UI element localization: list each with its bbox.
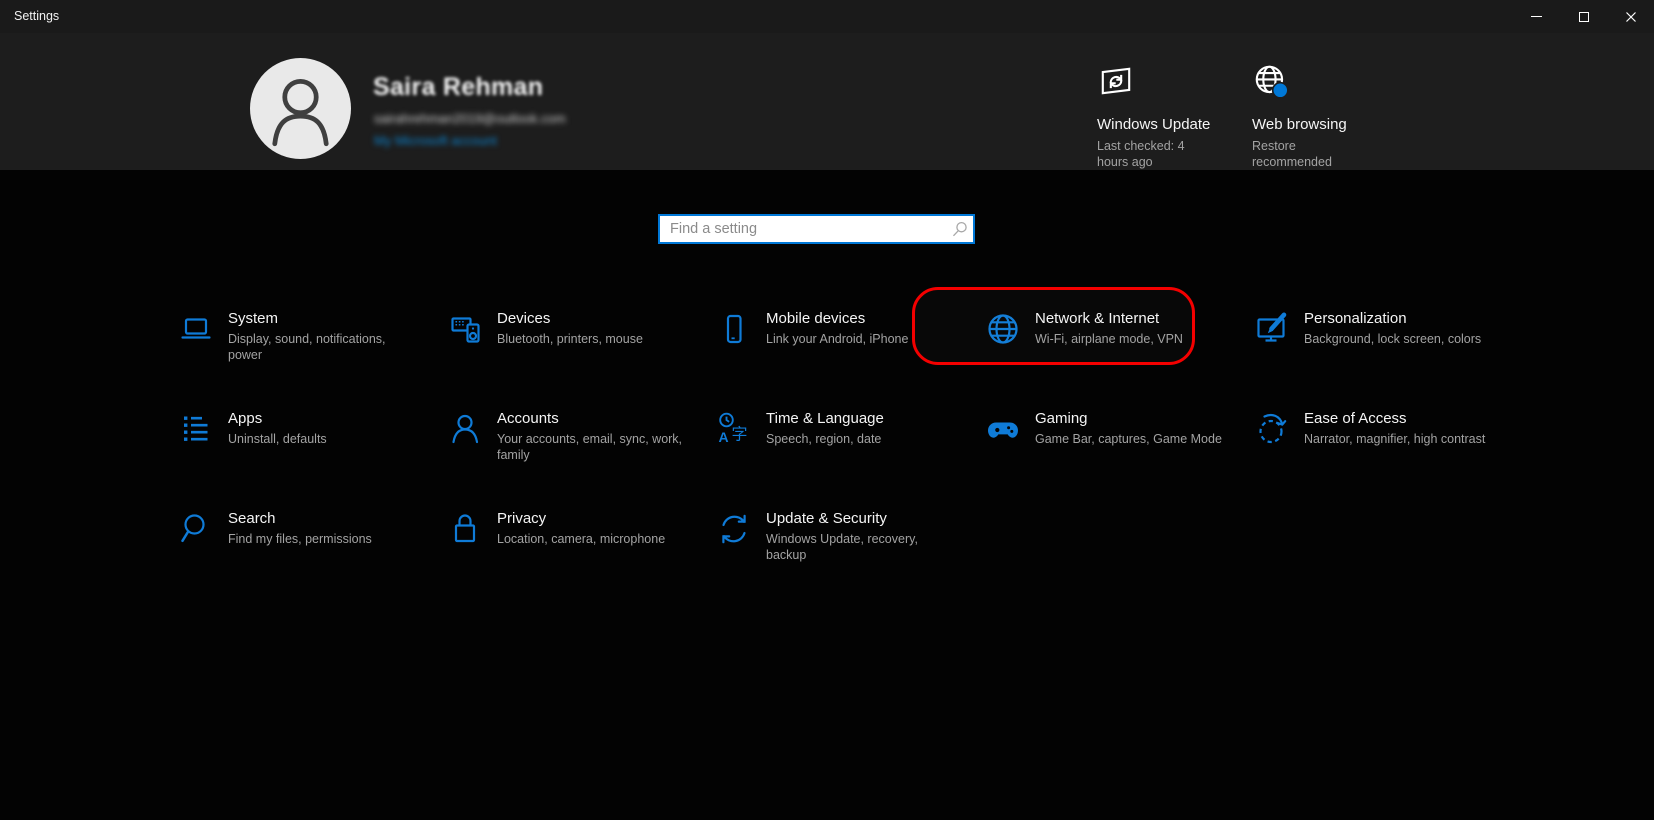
globe-icon	[985, 311, 1021, 347]
tile-text: Search Find my files, permissions	[228, 510, 416, 548]
status-subtitle: Last checked: 4 hours ago	[1097, 139, 1201, 170]
tile-subtitle: Narrator, magnifier, high contrast	[1304, 432, 1492, 448]
tile-title: Update & Security	[766, 510, 954, 527]
tile-personalization[interactable]: Personalization Background, lock screen, …	[1254, 288, 1523, 388]
svg-text:字: 字	[732, 425, 748, 444]
search-input[interactable]	[658, 214, 975, 244]
phone-icon	[716, 311, 752, 347]
windows-update-icon	[1097, 62, 1209, 102]
tile-time-language[interactable]: A字 Time & Language Speech, region, date	[716, 388, 985, 488]
user-avatar-icon	[250, 58, 351, 159]
tile-text: Devices Bluetooth, printers, mouse	[497, 310, 685, 348]
tile-text: Network & Internet Wi-Fi, airplane mode, …	[1035, 310, 1223, 348]
tile-subtitle: Find my files, permissions	[228, 532, 416, 548]
gamepad-icon	[985, 411, 1021, 447]
tile-title: Time & Language	[766, 410, 954, 427]
tile-subtitle: Speech, region, date	[766, 432, 954, 448]
header: Saira Rehman sairahrehman2019@outlook.co…	[0, 33, 1654, 170]
maximize-button[interactable]	[1560, 0, 1607, 33]
apps-icon	[178, 411, 214, 447]
tile-subtitle: Background, lock screen, colors	[1304, 332, 1492, 348]
tile-system[interactable]: System Display, sound, notifications, pow…	[178, 288, 447, 388]
tile-text: Personalization Background, lock screen, …	[1304, 310, 1492, 348]
tile-subtitle: Windows Update, recovery, backup	[766, 532, 954, 563]
tile-title: System	[228, 310, 416, 327]
tile-title: Network & Internet	[1035, 310, 1223, 327]
tile-title: Ease of Access	[1304, 410, 1492, 427]
tile-text: Accounts Your accounts, email, sync, work…	[497, 410, 685, 463]
web-browsing-icon	[1252, 62, 1364, 102]
devices-icon	[447, 311, 483, 347]
person-icon	[447, 411, 483, 447]
update-icon	[716, 511, 752, 547]
tile-ease-of-access[interactable]: Ease of Access Narrator, magnifier, high …	[1254, 388, 1523, 488]
tile-title: Search	[228, 510, 416, 527]
tile-subtitle: Display, sound, notifications, power	[228, 332, 416, 363]
tile-subtitle: Game Bar, captures, Game Mode	[1035, 432, 1223, 448]
titlebar: Settings	[0, 0, 1654, 33]
profile-name: Saira Rehman	[373, 73, 543, 102]
tile-subtitle: Bluetooth, printers, mouse	[497, 332, 685, 348]
tile-title: Personalization	[1304, 310, 1492, 327]
tile-text: Ease of Access Narrator, magnifier, high …	[1304, 410, 1492, 448]
minimize-button[interactable]	[1513, 0, 1560, 33]
window-controls	[1513, 0, 1654, 33]
minimize-icon	[1531, 16, 1542, 17]
tile-title: Accounts	[497, 410, 685, 427]
status-windows-update[interactable]: Windows Update Last checked: 4 hours ago	[1097, 62, 1209, 170]
maximize-icon	[1579, 12, 1589, 22]
tile-accounts[interactable]: Accounts Your accounts, email, sync, work…	[447, 388, 716, 488]
tile-apps[interactable]: Apps Uninstall, defaults	[178, 388, 447, 488]
tile-subtitle: Your accounts, email, sync, work, family	[497, 432, 685, 463]
tile-text: Time & Language Speech, region, date	[766, 410, 954, 448]
tile-text: Gaming Game Bar, captures, Game Mode	[1035, 410, 1223, 448]
tile-text: Apps Uninstall, defaults	[228, 410, 416, 448]
lock-icon	[447, 511, 483, 547]
tile-subtitle: Link your Android, iPhone	[766, 332, 954, 348]
tile-title: Gaming	[1035, 410, 1223, 427]
ease-of-access-icon	[1254, 411, 1290, 447]
settings-grid: System Display, sound, notifications, pow…	[178, 288, 1523, 588]
tile-search[interactable]: Search Find my files, permissions	[178, 488, 447, 588]
tile-text: Privacy Location, camera, microphone	[497, 510, 685, 548]
window-title: Settings	[14, 0, 59, 33]
tile-update-security[interactable]: Update & Security Windows Update, recover…	[716, 488, 985, 588]
time-language-icon: A字	[716, 411, 752, 447]
tile-text: Update & Security Windows Update, recover…	[766, 510, 954, 563]
tile-title: Apps	[228, 410, 416, 427]
microsoft-account-link[interactable]: My Microsoft account	[374, 133, 497, 148]
close-button[interactable]	[1607, 0, 1654, 33]
tile-title: Mobile devices	[766, 310, 954, 327]
profile-email: sairahrehman2019@outlook.com	[374, 111, 566, 126]
status-title: Web browsing	[1252, 116, 1364, 133]
search-icon	[178, 511, 214, 547]
tile-title: Privacy	[497, 510, 685, 527]
tile-subtitle: Uninstall, defaults	[228, 432, 416, 448]
laptop-icon	[178, 311, 214, 347]
tile-title: Devices	[497, 310, 685, 327]
tile-text: System Display, sound, notifications, pow…	[228, 310, 416, 363]
search-box	[658, 214, 975, 244]
tile-subtitle: Location, camera, microphone	[497, 532, 685, 548]
tile-gaming[interactable]: Gaming Game Bar, captures, Game Mode	[985, 388, 1254, 488]
avatar[interactable]	[250, 58, 351, 159]
close-icon	[1625, 11, 1637, 23]
tile-network-internet[interactable]: Network & Internet Wi-Fi, airplane mode, …	[985, 288, 1254, 388]
tile-privacy[interactable]: Privacy Location, camera, microphone	[447, 488, 716, 588]
svg-text:A: A	[719, 429, 729, 445]
personalization-icon	[1254, 311, 1290, 347]
status-web-browsing[interactable]: Web browsing Restore recommended	[1252, 62, 1364, 170]
tile-text: Mobile devices Link your Android, iPhone	[766, 310, 954, 348]
tile-subtitle: Wi-Fi, airplane mode, VPN	[1035, 332, 1223, 348]
status-title: Windows Update	[1097, 116, 1209, 133]
tile-devices[interactable]: Devices Bluetooth, printers, mouse	[447, 288, 716, 388]
status-subtitle: Restore recommended	[1252, 139, 1356, 170]
